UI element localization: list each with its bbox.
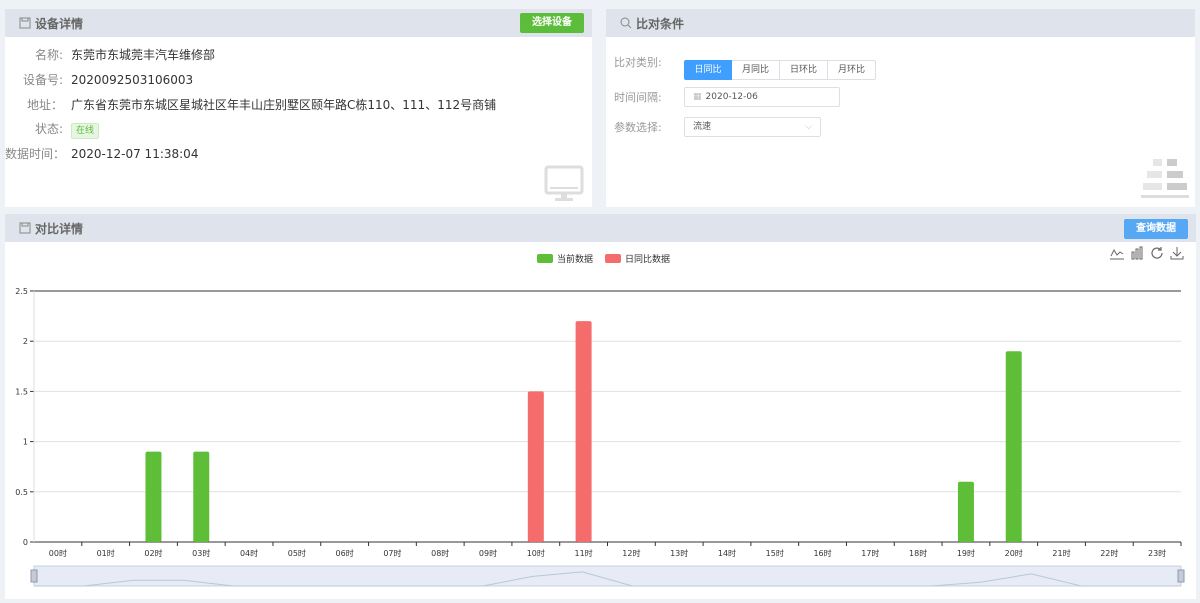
date-value: 2020-12-06 <box>705 92 758 102</box>
bar <box>1005 351 1022 542</box>
y-tick-label: 1 <box>23 438 28 447</box>
select-device-button[interactable]: 选择设备 <box>520 13 584 33</box>
bar <box>575 321 592 542</box>
bar <box>957 481 974 542</box>
param-label: 参数选择: <box>614 121 662 134</box>
x-tick-label: 19时 <box>957 548 975 558</box>
param-value: 流速 <box>693 122 712 132</box>
detail-panel-header: 对比详情 查询数据 <box>5 214 1196 242</box>
x-tick-label: 03时 <box>192 548 210 558</box>
bar-chart: 0 0.5 1 1.5 2 2.5 00时 01时 02时 03时 04时 05时 06时 07时 08时 0… <box>15 287 1185 587</box>
x-tick-label: 17时 <box>861 548 879 558</box>
interval-label: 时间间隔: <box>614 91 662 104</box>
x-tick-label: 22时 <box>1100 548 1118 558</box>
chart-area: 当前数据 日同比数据 0 0.5 1 1.5 2 2.5 00时 01时 02时 03时 04时 05… <box>5 242 1196 599</box>
x-tick-label: 10时 <box>527 548 545 558</box>
compare-panel-header: 比对条件 <box>606 9 1195 37</box>
y-tick-label: 1.5 <box>15 387 28 396</box>
x-tick-label: 06时 <box>336 548 354 558</box>
zoom-handle-left <box>30 569 38 583</box>
x-tick-label: 21时 <box>1052 548 1070 558</box>
x-tick-label: 08时 <box>431 548 449 558</box>
device-address: 广东省东莞市东城区星城社区年丰山庄别墅区颐年路C栋110、111、112号商铺 <box>71 98 497 112</box>
device-panel-title: 设备详情 <box>35 16 84 31</box>
tab-day-mom[interactable]: 日环比 <box>780 60 828 80</box>
monitor-icon <box>544 165 584 201</box>
y-tick-label: 2 <box>23 337 28 346</box>
tab-month-yoy[interactable]: 月同比 <box>732 60 780 80</box>
save-icon <box>19 222 31 234</box>
device-panel: 设备详情 选择设备 名称: 东莞市东城莞丰汽车维修部 设备号: 2020092503… <box>5 9 592 207</box>
x-tick-label: 14时 <box>718 548 736 558</box>
bar <box>193 451 210 542</box>
detail-panel-title: 对比详情 <box>35 221 84 236</box>
device-id: 2020092503106003 <box>71 73 194 87</box>
compare-panel: 比对条件 比对类别: 日同比 月同比 日环比 月环比 时间间隔: ▦ 2020-1… <box>606 9 1195 207</box>
tab-day-yoy[interactable]: 日同比 <box>684 60 732 80</box>
x-tick-label: 01时 <box>97 548 115 558</box>
bar <box>145 451 162 542</box>
data-time: 2020-12-07 11:38:04 <box>71 147 199 161</box>
detail-panel: 对比详情 查询数据 当前数据 日同比数据 0 0.5 1 1.5 2 2.5 00时 01时 0… <box>5 214 1196 599</box>
date-picker[interactable]: ▦ 2020-12-06 <box>684 87 840 107</box>
x-tick-label: 18时 <box>909 548 927 558</box>
info-row-data-time: 数据时间： 2020-12-07 11:38:04 <box>5 147 199 161</box>
tab-month-mom[interactable]: 月环比 <box>828 60 876 80</box>
zoom-handle-right <box>1177 569 1185 583</box>
device-panel-header: 设备详情 选择设备 <box>5 9 592 37</box>
x-tick-label: 16时 <box>813 548 831 558</box>
param-select[interactable]: 流速 ⌵ <box>684 117 821 137</box>
x-tick-label: 02时 <box>144 548 162 558</box>
bar-stack-icon <box>1141 159 1189 198</box>
calendar-icon: ▦ <box>693 92 702 102</box>
info-row-name: 名称: 东莞市东城莞丰汽车维修部 <box>34 48 216 62</box>
bar <box>527 391 544 542</box>
status-badge: 在线 <box>71 123 100 139</box>
x-tick-label: 13时 <box>670 548 688 558</box>
info-row-status: 状态: 在线 <box>5 120 100 139</box>
x-tick-label: 04时 <box>240 548 258 558</box>
x-tick-label: 12时 <box>622 548 640 558</box>
y-tick-label: 0 <box>23 538 28 547</box>
compare-panel-title: 比对条件 <box>636 16 685 31</box>
y-tick-label: 0.5 <box>15 488 28 497</box>
x-tick-label: 15时 <box>766 548 784 558</box>
chevron-down-icon: ⌵ <box>805 122 812 132</box>
x-tick-label: 07时 <box>383 548 401 558</box>
x-tick-label: 00时 <box>49 548 67 558</box>
x-tick-label: 23时 <box>1148 548 1166 558</box>
save-icon <box>19 17 31 29</box>
x-tick-label: 11时 <box>575 548 593 558</box>
x-tick-label: 05时 <box>288 548 306 558</box>
info-row-address: 地址： 广东省东莞市东城区星城社区年丰山庄别墅区颐年路C栋110、111、112号… <box>26 98 497 112</box>
info-row-id: 设备号: 2020092503106003 <box>22 73 194 87</box>
x-tick-label: 09时 <box>479 548 497 558</box>
compare-type-label: 比对类别: <box>614 56 662 69</box>
y-tick-label: 2.5 <box>15 287 28 296</box>
query-data-button[interactable]: 查询数据 <box>1124 219 1188 239</box>
search-icon <box>620 17 632 29</box>
compare-type-group: 日同比 月同比 日环比 月环比 <box>684 60 876 80</box>
x-tick-label: 20时 <box>1005 548 1023 558</box>
device-name: 东莞市东城莞丰汽车维修部 <box>71 48 216 62</box>
